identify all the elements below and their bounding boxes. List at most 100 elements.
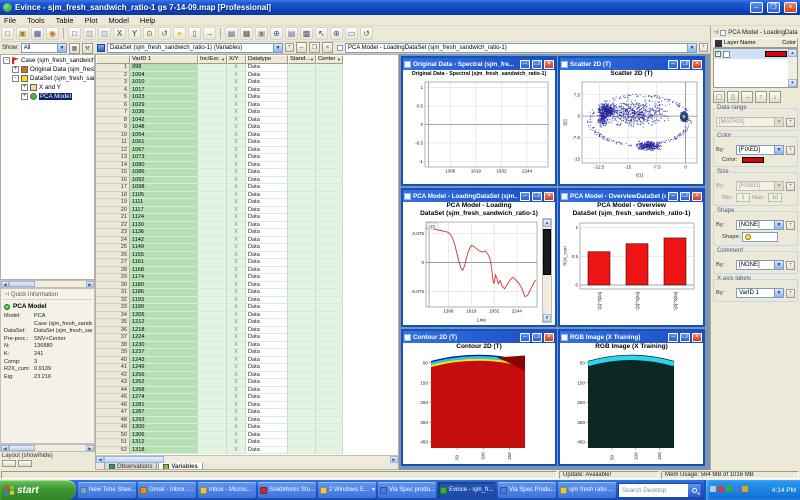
set-y-icon[interactable]: Y bbox=[128, 27, 141, 40]
tree-expander-icon[interactable]: + bbox=[21, 93, 28, 100]
minimize-button[interactable]: – bbox=[668, 60, 678, 69]
table-row[interactable]: 501306XData bbox=[96, 432, 398, 440]
plot-vscrollbar[interactable]: ▲ ▼ bbox=[542, 218, 552, 323]
table-row[interactable]: 41017XData bbox=[96, 87, 398, 95]
layer-list-vscrollbar[interactable]: ▲ ▼ bbox=[788, 49, 797, 87]
scroll-right-icon[interactable]: ▶ bbox=[390, 456, 398, 463]
maximize-button[interactable]: ❐ bbox=[532, 333, 542, 342]
child-window-titlebar[interactable]: PCA Model - OverviewDataSet (s... – ❐ × bbox=[560, 190, 703, 202]
refresh-icon[interactable]: ↺ bbox=[158, 27, 171, 40]
table-row[interactable]: 141080XData bbox=[96, 162, 398, 170]
pin-icon[interactable]: + bbox=[699, 43, 708, 52]
menu-table[interactable]: Table bbox=[56, 16, 74, 25]
tree-hscrollbar[interactable]: ◀ ▶ bbox=[0, 280, 95, 288]
close-button[interactable]: × bbox=[544, 192, 554, 201]
plot-type-icon[interactable]: ▤ bbox=[285, 27, 298, 40]
table-row[interactable]: 401243XData bbox=[96, 357, 398, 365]
search-input[interactable]: Search Desktop bbox=[619, 487, 688, 494]
set-x-icon[interactable]: X bbox=[113, 27, 126, 40]
grid-icon[interactable]: ▩ bbox=[300, 27, 313, 40]
column-header[interactable]: X/Y bbox=[227, 55, 246, 64]
table-row[interactable]: 481293XData bbox=[96, 417, 398, 425]
column-header[interactable] bbox=[96, 55, 130, 64]
tray-icon-green[interactable] bbox=[726, 486, 732, 492]
taskbar-button[interactable]: Evince - sjm_fr... bbox=[438, 482, 496, 498]
chevron-down-icon[interactable]: ▼ bbox=[774, 261, 783, 269]
lock-icon[interactable]: ⊙ bbox=[143, 27, 156, 40]
table-row[interactable]: 251149XData bbox=[96, 244, 398, 252]
table-row[interactable]: 521318XData bbox=[96, 447, 398, 455]
close-button[interactable]: × bbox=[692, 192, 702, 201]
minimize-button[interactable]: – bbox=[520, 192, 530, 201]
maximize-button[interactable]: ❐ bbox=[680, 192, 690, 201]
table-row[interactable]: 61029XData bbox=[96, 102, 398, 110]
table-row[interactable]: 71036XData bbox=[96, 109, 398, 117]
table-row[interactable]: 231136XData bbox=[96, 229, 398, 237]
menu-file[interactable]: File bbox=[4, 16, 16, 25]
close-button[interactable]: × bbox=[692, 60, 702, 69]
tree-item[interactable]: -DataSet (sjm_fresh_sandwi bbox=[1, 74, 94, 83]
table-row[interactable]: 421256XData bbox=[96, 372, 398, 380]
chevron-down-icon[interactable]: ▼ bbox=[57, 44, 66, 52]
scroll-down-icon[interactable]: ▼ bbox=[788, 79, 797, 87]
column-header[interactable]: Stand...▼ bbox=[288, 55, 316, 64]
move-up-icon[interactable]: ↑ bbox=[755, 91, 767, 103]
taskbar-button[interactable]: 2 Windows E...▼ bbox=[318, 482, 376, 498]
chevron-down-icon[interactable]: ▼ bbox=[273, 44, 282, 52]
quick-info-hscrollbar[interactable]: ◀ ▶ bbox=[0, 444, 95, 452]
scroll-left-icon[interactable]: ◀ bbox=[96, 456, 104, 463]
close-button[interactable]: × bbox=[544, 333, 554, 342]
tray-icon-red[interactable] bbox=[718, 486, 724, 492]
table-row[interactable]: 271161XData bbox=[96, 259, 398, 267]
table-row[interactable]: 431262XData bbox=[96, 379, 398, 387]
table-row[interactable]: 471287XData bbox=[96, 409, 398, 417]
table-row[interactable]: 281168XData bbox=[96, 267, 398, 275]
table-row[interactable]: 121067XData bbox=[96, 147, 398, 155]
xaxis-by-dropdown[interactable]: VarID 1▼ bbox=[736, 288, 784, 298]
color-swatch[interactable] bbox=[742, 157, 764, 163]
layout-button-2[interactable] bbox=[18, 460, 32, 467]
zoom-icon[interactable]: ⊕ bbox=[330, 27, 343, 40]
maximize-button[interactable]: ❐ bbox=[767, 2, 780, 13]
pin-icon[interactable]: + bbox=[786, 289, 795, 298]
scroll-down-icon[interactable]: ▼ bbox=[543, 314, 551, 322]
child-window-titlebar[interactable]: PCA Model - LoadingDataSet (sjm... – ❐ × bbox=[403, 190, 555, 202]
minimize-button[interactable]: – bbox=[520, 60, 530, 69]
menu-help[interactable]: Help bbox=[140, 16, 155, 25]
column-header[interactable]: Inc/Exc▼ bbox=[198, 55, 227, 64]
layer-color-swatch[interactable] bbox=[765, 51, 787, 57]
dataset-selector[interactable]: DataSet (sjm_fresh_sandwich_ratio-1) (Va… bbox=[107, 43, 283, 53]
minimize-button[interactable]: – bbox=[668, 333, 678, 342]
table-row[interactable]: 291174XData bbox=[96, 274, 398, 282]
search-icon[interactable] bbox=[688, 484, 701, 497]
table-row[interactable]: 371224XData bbox=[96, 334, 398, 342]
child-window-titlebar[interactable]: RGB Image (X Training) – ❐ × bbox=[560, 331, 703, 343]
plot-selector-checkbox[interactable] bbox=[337, 45, 343, 51]
reset-view-icon[interactable]: ↺ bbox=[360, 27, 373, 40]
tray-icon-blue[interactable] bbox=[734, 486, 740, 492]
maximize-button[interactable]: ❐ bbox=[532, 60, 542, 69]
pane-restore-icon[interactable]: ❐ bbox=[309, 42, 320, 53]
minimize-button[interactable]: – bbox=[520, 333, 530, 342]
table-row[interactable]: 181105XData bbox=[96, 192, 398, 200]
menu-tools[interactable]: Tools bbox=[27, 16, 45, 25]
table-row[interactable]: 301180XData bbox=[96, 282, 398, 290]
pane-close-icon[interactable]: × bbox=[322, 42, 333, 53]
pin-icon[interactable]: + bbox=[285, 43, 294, 52]
table-row[interactable]: 381230XData bbox=[96, 342, 398, 350]
menu-model[interactable]: Model bbox=[108, 16, 128, 25]
table-row[interactable]: 241142XData bbox=[96, 237, 398, 245]
scroll-left-icon[interactable]: ◀ bbox=[1, 445, 9, 451]
export-icon[interactable]: → bbox=[203, 27, 216, 40]
layout-button-1[interactable] bbox=[2, 460, 16, 467]
move-down-icon[interactable]: ↓ bbox=[769, 91, 781, 103]
new-doc-icon[interactable]: □ bbox=[1, 27, 14, 40]
save-icon[interactable]: ▦ bbox=[31, 27, 44, 40]
table-row[interactable]: 491300XData bbox=[96, 424, 398, 432]
new-layer-icon[interactable]: ▢ bbox=[713, 91, 725, 103]
table-row[interactable]: 341205XData bbox=[96, 312, 398, 320]
panel-checkbox[interactable] bbox=[720, 30, 726, 36]
zoom-in-icon[interactable]: ⊕ bbox=[270, 27, 283, 40]
table-row[interactable]: 31010XData bbox=[96, 79, 398, 87]
comment-by-dropdown[interactable]: [NONE]▼ bbox=[736, 260, 784, 270]
